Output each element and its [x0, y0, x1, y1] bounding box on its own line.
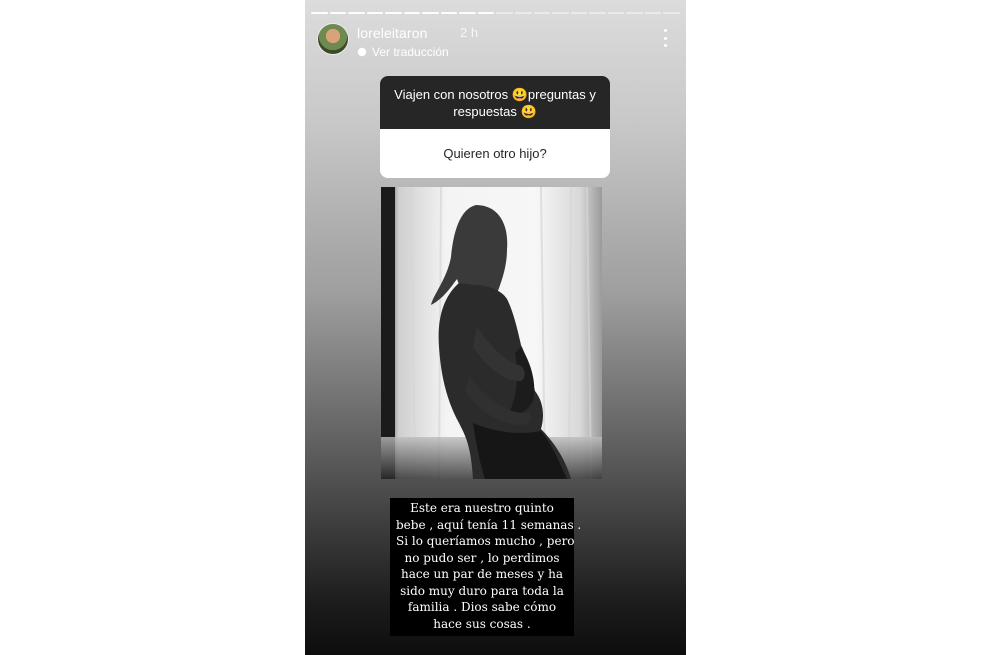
progress-segment: [311, 12, 328, 14]
progress-segment: [515, 12, 532, 14]
translate-icon: [357, 47, 367, 57]
caption-line: familia . Dios sabe cómo: [407, 600, 557, 614]
story-viewer[interactable]: loreleitaron 2 h Ver traducción Viajen c…: [305, 0, 686, 655]
progress-segment: [626, 12, 643, 14]
question-sticker-title: Viajen con nosotros 😃preguntas y respues…: [380, 76, 610, 129]
progress-segment: [329, 12, 347, 14]
username[interactable]: loreleitaron: [357, 25, 427, 41]
caption-line: no pudo ser , lo perdimos: [404, 550, 560, 565]
story-photo: [381, 187, 602, 479]
progress-segment: [459, 12, 476, 14]
caption-line: hace sus cosas .: [433, 616, 531, 631]
user-avatar[interactable]: [317, 23, 349, 55]
progress-segment: [348, 12, 365, 14]
question-sticker-question: Quieren otro hijo?: [443, 146, 547, 161]
progress-segment: [422, 12, 439, 14]
story-caption: Este era nuestro quinto bebe , aquí tenía…: [390, 498, 582, 636]
caption-line: Si lo queríamos mucho , pero: [396, 534, 575, 548]
progress-segment: [570, 12, 588, 14]
question-sticker[interactable]: Viajen con nosotros 😃preguntas y respues…: [380, 76, 610, 178]
caption-line: bebe , aquí tenía 11 semanas .: [396, 517, 582, 532]
post-time: 2 h: [460, 25, 479, 40]
see-translation-link[interactable]: Ver traducción: [357, 45, 449, 59]
progress-segment: [663, 12, 680, 14]
caption-line: Este era nuestro quinto: [410, 501, 554, 515]
progress-segment: [440, 12, 458, 14]
pregnant-silhouette-photo: [381, 187, 602, 479]
progress-segment: [496, 12, 514, 14]
progress-segment: [552, 12, 569, 14]
see-translation-label: Ver traducción: [372, 45, 449, 59]
caption-line: hace un par de meses y ha: [401, 567, 563, 581]
story-progress-bar: [311, 12, 680, 14]
progress-segment: [477, 12, 495, 14]
story-header: loreleitaron 2 h Ver traducción: [317, 23, 676, 63]
progress-segment: [385, 12, 402, 14]
more-options-icon[interactable]: [662, 29, 668, 47]
progress-segment: [644, 12, 662, 14]
progress-segment: [607, 12, 625, 14]
caption-line: sido muy duro para toda la: [400, 583, 564, 598]
progress-segment: [366, 12, 384, 14]
progress-segment: [589, 12, 606, 14]
progress-segment: [533, 12, 551, 14]
progress-segment: [403, 12, 421, 14]
